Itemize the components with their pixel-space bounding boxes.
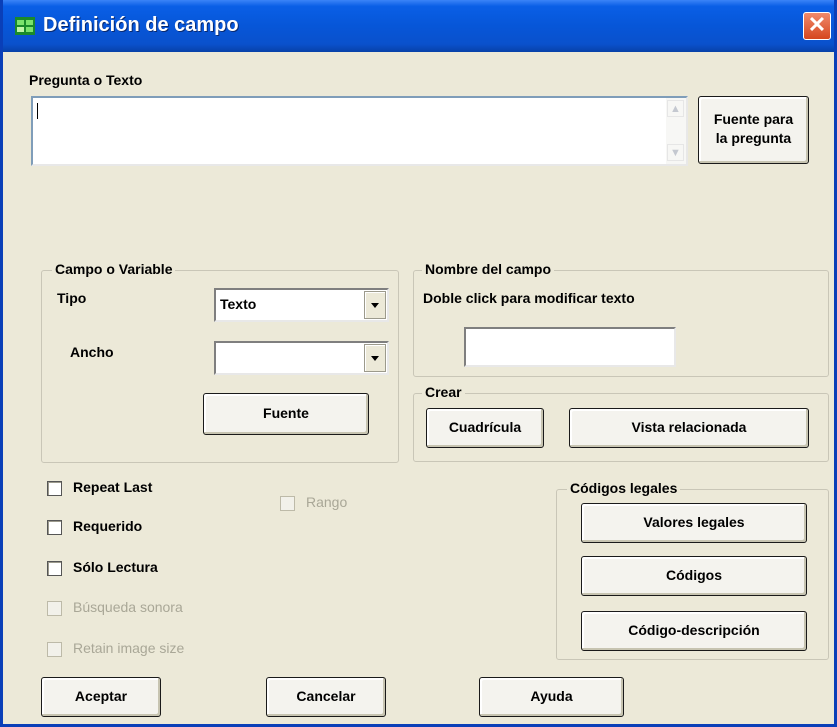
- type-dropdown-arrow-icon[interactable]: [364, 291, 386, 319]
- read-only-checkbox[interactable]: [47, 561, 62, 576]
- create-legend: Crear: [422, 384, 465, 400]
- retain-image-size-label: Retain image size: [73, 640, 185, 656]
- repeat-last-label[interactable]: Repeat Last: [73, 479, 152, 495]
- width-label: Ancho: [70, 344, 114, 360]
- read-only-label[interactable]: Sólo Lectura: [73, 559, 158, 575]
- question-scrollbar[interactable]: ▲ ▼: [666, 98, 686, 164]
- range-checkbox: [280, 496, 295, 511]
- question-font-button-line1: Fuente para: [713, 111, 794, 127]
- question-font-button[interactable]: Fuente para la pregunta: [698, 96, 809, 164]
- help-button[interactable]: Ayuda: [479, 677, 624, 717]
- field-name-input[interactable]: [464, 327, 676, 367]
- related-view-button[interactable]: Vista relacionada: [569, 408, 809, 448]
- scroll-up-icon[interactable]: ▲: [667, 100, 684, 117]
- question-textarea[interactable]: ▲ ▼: [31, 96, 688, 166]
- scroll-down-icon[interactable]: ▼: [667, 144, 684, 161]
- question-label: Pregunta o Texto: [29, 72, 143, 88]
- required-label[interactable]: Requerido: [73, 518, 142, 534]
- field-name-legend: Nombre del campo: [422, 261, 555, 277]
- grid-button-label: Cuadrícula: [448, 419, 522, 435]
- related-view-button-label: Vista relacionada: [631, 419, 747, 435]
- title-bar[interactable]: Definición de campo ✕: [3, 0, 834, 52]
- legal-values-button-label: Valores legales: [643, 514, 745, 530]
- question-font-button-line2: la pregunta: [715, 130, 792, 146]
- retain-image-size-checkbox: [47, 642, 62, 657]
- help-button-label: Ayuda: [530, 688, 573, 704]
- codes-button-label: Códigos: [666, 567, 722, 583]
- field-font-button[interactable]: Fuente: [203, 393, 369, 435]
- legal-values-button[interactable]: Valores legales: [581, 503, 807, 543]
- code-description-button-label: Código-descripción: [628, 622, 760, 638]
- field-name-hint: Doble click para modificar texto: [423, 290, 635, 306]
- repeat-last-checkbox[interactable]: [47, 481, 62, 496]
- width-select[interactable]: [214, 341, 389, 375]
- field-font-button-label: Fuente: [263, 405, 309, 421]
- cancel-button-label: Cancelar: [296, 688, 356, 704]
- app-icon: [15, 17, 35, 35]
- required-checkbox[interactable]: [47, 520, 62, 535]
- text-caret: [37, 103, 38, 119]
- dialog-window: Definición de campo ✕ Pregunta o Texto ▲…: [0, 0, 837, 727]
- type-select-value: Texto: [220, 296, 257, 312]
- legal-codes-legend: Códigos legales: [567, 480, 681, 496]
- accept-button[interactable]: Aceptar: [41, 677, 161, 717]
- accept-button-label: Aceptar: [74, 688, 128, 704]
- field-variable-legend: Campo o Variable: [52, 261, 176, 277]
- codes-button[interactable]: Códigos: [581, 556, 807, 596]
- cancel-button[interactable]: Cancelar: [266, 677, 386, 717]
- voice-search-checkbox: [47, 601, 62, 616]
- close-icon: ✕: [807, 12, 827, 37]
- type-select[interactable]: Texto: [214, 288, 389, 322]
- code-description-button[interactable]: Código-descripción: [581, 611, 807, 651]
- voice-search-label: Búsqueda sonora: [73, 599, 183, 615]
- range-label: Rango: [306, 494, 348, 510]
- grid-button[interactable]: Cuadrícula: [426, 408, 544, 448]
- window-title: Definición de campo: [43, 14, 239, 36]
- close-button[interactable]: ✕: [803, 12, 831, 40]
- type-label: Tipo: [57, 290, 87, 306]
- width-dropdown-arrow-icon[interactable]: [364, 344, 386, 372]
